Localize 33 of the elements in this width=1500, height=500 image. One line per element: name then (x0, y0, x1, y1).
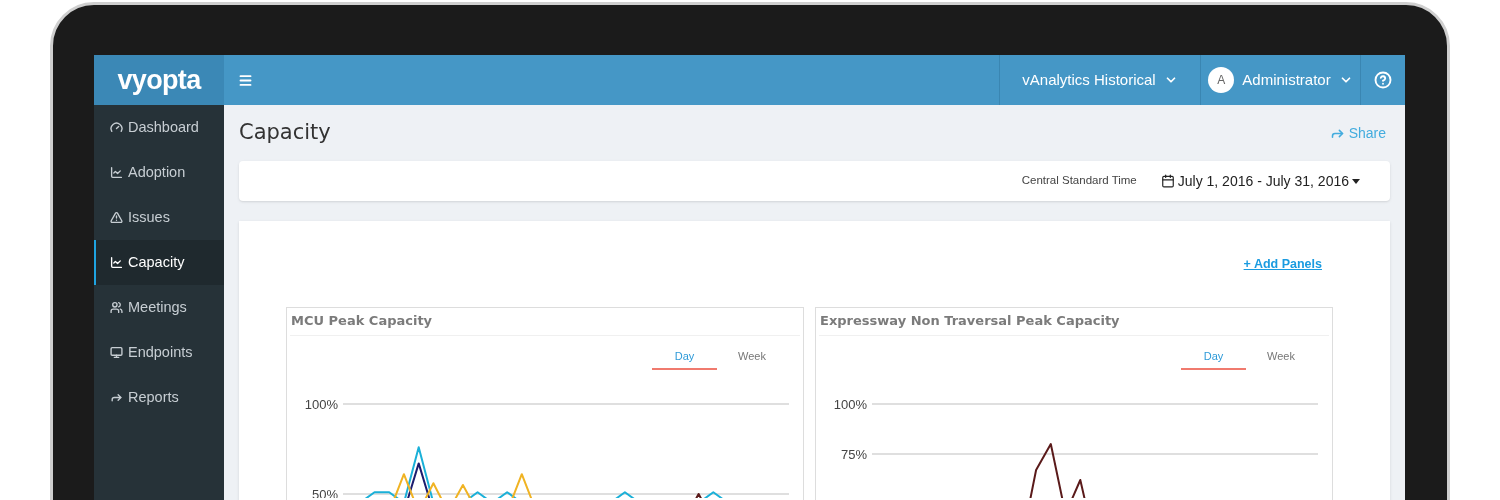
y-axis-label: 100% (304, 397, 338, 412)
calendar-icon (1160, 174, 1175, 188)
y-axis-label: 100% (833, 397, 867, 412)
sidebar-item[interactable]: Adoption (94, 150, 224, 195)
panel-title: Expressway Non Traversal Peak Capacity (820, 311, 1120, 330)
sidebar-item[interactable]: Issues (94, 195, 224, 240)
caret-icon (1352, 178, 1360, 184)
period-tab[interactable]: Week (717, 348, 787, 370)
share-arrow-icon (110, 391, 123, 404)
y-axis-label: 75% (840, 447, 867, 462)
sidebar-item[interactable]: Reports (94, 375, 224, 420)
avatar: A (1208, 67, 1235, 93)
add-panels-link[interactable]: + Add Panels (1243, 254, 1322, 274)
line-chart-icon (110, 256, 123, 269)
user-menu[interactable]: A Administrator (1200, 55, 1360, 105)
period-tab[interactable]: Week (1246, 348, 1316, 370)
logo[interactable]: vyopta (117, 59, 201, 101)
sidebar-item[interactable]: Capacity (94, 240, 224, 285)
page-title: Capacity (239, 119, 331, 147)
period-tab[interactable]: Day (652, 348, 717, 370)
product-menu[interactable]: vAnalytics Historical (999, 55, 1200, 105)
monitor-icon (110, 346, 123, 359)
people-icon (110, 301, 123, 314)
timezone-label: Central Standard Time (1021, 173, 1137, 189)
line-chart-icon (110, 166, 123, 179)
sidebar-item[interactable]: Dashboard (94, 105, 224, 150)
panel-title: MCU Peak Capacity (291, 311, 433, 330)
sidebar-item[interactable]: Meetings (94, 285, 224, 330)
date-range-picker[interactable]: July 1, 2016 - July 31, 2016 (1160, 170, 1360, 192)
sidebar-item[interactable]: Endpoints (94, 330, 224, 375)
gauge-icon (110, 121, 123, 134)
period-tab[interactable]: Day (1181, 348, 1246, 370)
warning-icon (110, 211, 123, 224)
